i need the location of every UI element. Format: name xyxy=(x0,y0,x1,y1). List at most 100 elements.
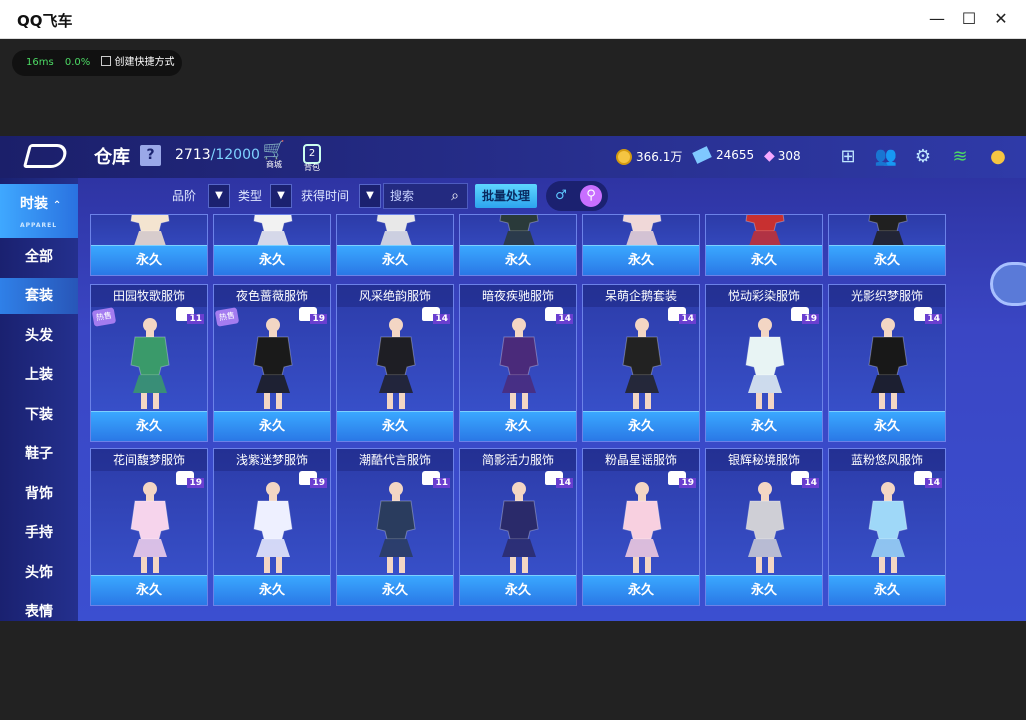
outfit-name: 简影活力服饰 xyxy=(460,449,576,471)
outfit-card[interactable]: 夜色蔷薇服饰 19 热售 永久 xyxy=(213,284,331,442)
avatar-icon[interactable]: ● xyxy=(986,145,1010,169)
male-icon[interactable]: ♂ xyxy=(550,185,572,207)
bag-label: 背包 xyxy=(304,163,320,172)
outfit-name: 潮酷代言服饰 xyxy=(337,449,453,471)
duration-label: 永久 xyxy=(583,245,699,275)
outfit-card[interactable]: 银辉秘境服饰 14 永久 xyxy=(705,448,823,606)
duration-label: 永久 xyxy=(706,411,822,441)
outfit-card[interactable]: 永久 xyxy=(213,214,331,276)
outfit-card[interactable]: 潮酷代言服饰 11 永久 xyxy=(336,448,454,606)
type-filter-label: 类型 xyxy=(238,189,263,203)
level-value: 11 xyxy=(187,314,204,324)
type-filter[interactable]: 类型 ▼ xyxy=(238,183,292,209)
duration-label: 永久 xyxy=(829,411,945,441)
level-value: 14 xyxy=(925,478,942,488)
sidebar-item-handheld[interactable]: 手持 xyxy=(0,515,78,551)
sidebar-item-tops[interactable]: 上装 xyxy=(0,357,78,393)
add-currency-icon[interactable]: ⊞ xyxy=(836,145,860,169)
level-value: 19 xyxy=(310,478,327,488)
outfit-preview-image xyxy=(244,315,302,411)
outfit-card[interactable]: 永久 xyxy=(336,214,454,276)
outfit-name: 呆萌企鹅套装 xyxy=(583,285,699,307)
sidebar-item-suits[interactable]: 套装 xyxy=(0,278,78,314)
search-outfit-icon[interactable]: ⚲ xyxy=(580,185,602,207)
duration-label: 永久 xyxy=(460,575,576,605)
outfit-card[interactable]: 永久 xyxy=(459,214,577,276)
quality-filter-label: 品阶 xyxy=(172,189,197,203)
outfit-preview-image xyxy=(121,479,179,575)
outfit-card[interactable]: 永久 xyxy=(90,214,208,276)
duration-label: 永久 xyxy=(214,575,330,605)
perf-overlay: 16ms 0.0% 创建快捷方式 xyxy=(12,50,182,76)
outfit-preview-image xyxy=(859,479,917,575)
sidebar-item-bottoms[interactable]: 下装 xyxy=(0,397,78,433)
capacity-used: 2713 xyxy=(175,147,211,163)
outfit-preview-image xyxy=(490,479,548,575)
batch-process-button[interactable]: 批量处理 xyxy=(475,184,537,208)
outfit-name: 浅紫迷梦服饰 xyxy=(214,449,330,471)
outfit-card[interactable]: 悦动彩染服饰 19 永久 xyxy=(705,284,823,442)
outfit-card[interactable]: 田园牧歌服饰 11 热售 永久 xyxy=(90,284,208,442)
outfit-card[interactable]: 风采绝韵服饰 14 永久 xyxy=(336,284,454,442)
outfit-card[interactable]: 呆萌企鹅套装 14 永久 xyxy=(582,284,700,442)
sidebar-item-all[interactable]: 全部 xyxy=(0,239,78,275)
search-icon[interactable]: ⌕ xyxy=(443,184,467,208)
gender-toggle[interactable]: ♂ ⚲ xyxy=(546,181,608,211)
duration-label: 永久 xyxy=(829,575,945,605)
game-logo-icon[interactable] xyxy=(22,144,70,168)
game-canvas: 仓库 ? 2713/12000 🛒 商城 2 背包 366.1万 24655 ◆ 30… xyxy=(0,136,1026,621)
sidebar-item-hair[interactable]: 头发 xyxy=(0,318,78,354)
level-value: 19 xyxy=(310,314,327,324)
tickets-display: 24655 xyxy=(692,146,754,164)
outfit-card[interactable]: 暗夜疾驰服饰 14 永久 xyxy=(459,284,577,442)
duration-label: 永久 xyxy=(583,575,699,605)
outfit-preview-image xyxy=(490,315,548,411)
minimize-icon[interactable]: — xyxy=(926,8,948,30)
outfit-preview-image xyxy=(613,479,671,575)
sidebar-header-label: 时装 xyxy=(20,196,48,212)
sidebar-item-back[interactable]: 背饰 xyxy=(0,476,78,512)
sidebar-header-apparel[interactable]: 时装 ⌃ APPAREL xyxy=(0,184,78,238)
outfit-card[interactable]: 浅紫迷梦服饰 19 永久 xyxy=(213,448,331,606)
create-shortcut-button[interactable]: 创建快捷方式 xyxy=(101,56,174,68)
chevron-down-icon[interactable]: ▼ xyxy=(270,184,292,208)
outfit-name: 田园牧歌服饰 xyxy=(91,285,207,307)
outfit-card[interactable]: 简影活力服饰 14 永久 xyxy=(459,448,577,606)
sidebar-item-headwear[interactable]: 头饰 xyxy=(0,555,78,591)
settings-gear-icon[interactable]: ⚙ xyxy=(911,145,935,169)
time-filter[interactable]: 获得时间 ▼ xyxy=(301,183,381,209)
bag-button[interactable]: 2 背包 xyxy=(298,140,326,174)
outfit-card[interactable]: 永久 xyxy=(705,214,823,276)
sidebar-item-emote[interactable]: 表情 xyxy=(0,594,78,621)
level-value: 14 xyxy=(679,314,696,324)
outfit-card[interactable]: 永久 xyxy=(828,214,946,276)
diamonds-display: ◆ 308 xyxy=(764,148,801,164)
quality-filter[interactable]: 品阶 ▼ xyxy=(172,183,230,209)
friends-icon[interactable]: 👥 xyxy=(874,145,898,169)
side-drawer-handle[interactable] xyxy=(990,262,1026,306)
outfit-card[interactable]: 永久 xyxy=(582,214,700,276)
outfit-card[interactable]: 蓝粉悠风服饰 14 永久 xyxy=(828,448,946,606)
level-badge: 19 xyxy=(299,469,327,489)
wifi-icon: ≋ xyxy=(952,146,968,167)
sidebar-item-shoes[interactable]: 鞋子 xyxy=(0,436,78,472)
category-sidebar: 时装 ⌃ APPAREL 全部 套装 头发 上装 下装 鞋子 背饰 手持 头饰 表… xyxy=(0,178,78,621)
ticket-icon xyxy=(692,146,712,164)
outfit-name: 暗夜疾驰服饰 xyxy=(460,285,576,307)
outfit-card[interactable]: 花间馥梦服饰 19 永久 xyxy=(90,448,208,606)
help-button[interactable]: ? xyxy=(140,145,161,166)
chevron-down-icon[interactable]: ▼ xyxy=(208,184,230,208)
outfit-card[interactable]: 粉晶星谣服饰 19 永久 xyxy=(582,448,700,606)
coins-value: 366.1万 xyxy=(636,150,683,164)
maximize-icon[interactable]: ☐ xyxy=(958,8,980,30)
window-title: QQ飞车 xyxy=(17,12,73,30)
level-badge: 19 xyxy=(299,305,327,325)
close-icon[interactable]: ✕ xyxy=(990,8,1012,30)
level-badge: 14 xyxy=(545,469,573,489)
outfit-card[interactable]: 光影织梦服饰 14 永久 xyxy=(828,284,946,442)
level-badge: 14 xyxy=(914,469,942,489)
shop-button[interactable]: 🛒 商城 xyxy=(260,140,288,174)
outfit-name: 银辉秘境服饰 xyxy=(706,449,822,471)
chevron-down-icon[interactable]: ▼ xyxy=(359,184,381,208)
outfit-preview-image xyxy=(367,479,425,575)
